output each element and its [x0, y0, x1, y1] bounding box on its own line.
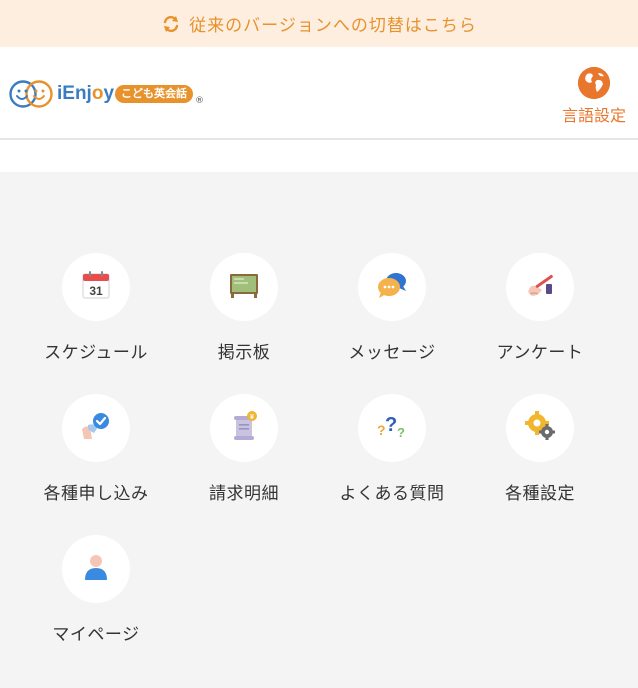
globe-icon	[578, 67, 610, 99]
application-check-icon	[80, 411, 112, 445]
language-settings-button[interactable]: 言語設定	[558, 67, 630, 125]
menu-item-label: 各種申し込み	[43, 484, 149, 504]
app-logo[interactable]: iEnjoy こども英会話 ®	[8, 76, 204, 112]
svg-text:¥: ¥	[250, 414, 254, 421]
gear-settings-icon	[524, 410, 556, 446]
calendar-icon: 31	[81, 270, 111, 304]
registered-mark: ®	[195, 96, 205, 106]
menu-item-label: メッセージ	[348, 343, 436, 363]
menu-item-applications[interactable]: 各種申し込み	[21, 394, 171, 504]
menu-item-survey[interactable]: アンケート	[465, 253, 615, 363]
version-switch-label: 従来のバージョンへの切替はこちら	[189, 16, 477, 36]
smiley-faces-icon	[8, 77, 54, 111]
menu-item-label: 掲示板	[217, 343, 271, 363]
app-header: iEnjoy こども英会話 ® 言語設定	[0, 47, 638, 140]
menu-item-label: 請求明細	[209, 484, 279, 504]
menu-item-faq[interactable]: ? ? ? よくある質問	[317, 394, 467, 504]
invoice-scroll-icon: ¥	[228, 410, 260, 446]
header-spacer	[0, 140, 638, 172]
menu-item-messages[interactable]: メッセージ	[317, 253, 467, 363]
logo-tag: こども英会話	[115, 85, 194, 103]
version-switch-banner[interactable]: 従来のバージョンへの切替はこちら	[0, 0, 638, 47]
svg-text:?: ?	[385, 414, 397, 436]
menu-item-settings[interactable]: 各種設定	[465, 394, 615, 504]
sync-arrows-icon	[161, 14, 181, 34]
chat-bubbles-icon	[376, 270, 408, 304]
logo-brand-text: iEnjoy	[57, 83, 115, 104]
menu-item-label: アンケート	[496, 343, 584, 363]
language-settings-label: 言語設定	[561, 106, 626, 125]
menu-item-label: よくある質問	[339, 484, 445, 504]
main-menu-grid: 31 スケジュール 掲示板 メッセージ アンケート 各種申し込み ¥ 請求明細 …	[0, 172, 638, 688]
menu-item-my-page[interactable]: マイページ	[21, 535, 171, 645]
menu-item-schedule[interactable]: 31 スケジュール	[21, 253, 171, 363]
user-profile-icon	[82, 552, 110, 586]
bulletin-board-icon	[228, 271, 260, 303]
svg-text:?: ?	[397, 425, 405, 440]
menu-item-label: 各種設定	[505, 484, 575, 504]
menu-item-billing[interactable]: ¥ 請求明細	[169, 394, 319, 504]
menu-item-label: スケジュール	[44, 343, 148, 363]
menu-item-label: マイページ	[52, 625, 140, 645]
calendar-day-number: 31	[89, 284, 103, 298]
survey-pen-icon	[524, 270, 556, 304]
menu-item-bulletin-board[interactable]: 掲示板	[169, 253, 319, 363]
question-marks-icon: ? ? ?	[375, 411, 409, 445]
